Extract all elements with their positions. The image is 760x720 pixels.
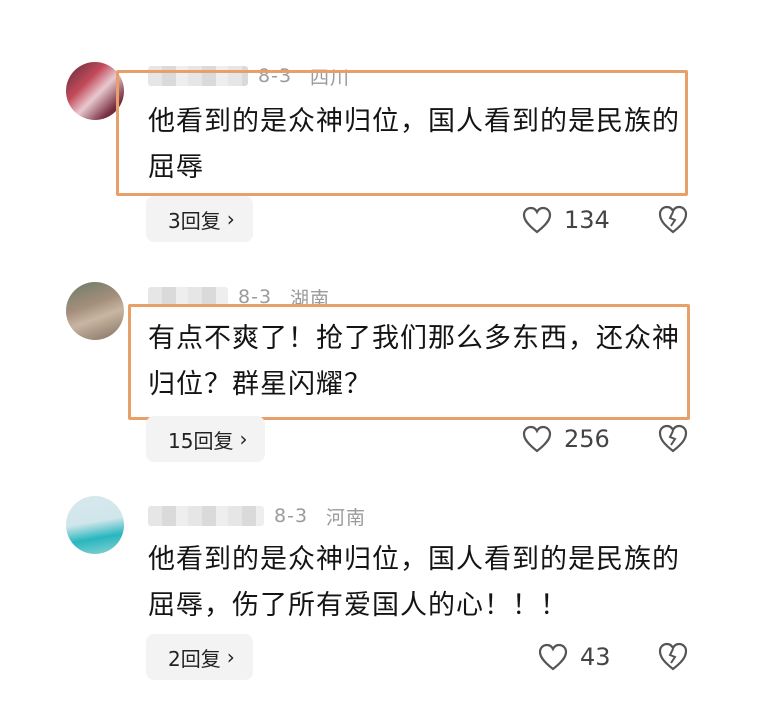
avatar[interactable] [66, 496, 124, 554]
heart-outline-icon [522, 425, 552, 453]
comment-text: 他看到的是众神归位，国人看到的是民族的屈辱，伤了所有爱国人的心！！！ [148, 544, 680, 621]
comment-meta: 8-3 湖南 [148, 283, 348, 311]
comment-location: 湖南 [290, 287, 331, 310]
like-count: 43 [580, 643, 611, 671]
chevron-right-icon: › [226, 645, 235, 669]
username-blurred[interactable] [148, 506, 264, 526]
comment-text: 有点不爽了！抢了我们那么多东西，还众神归位？群星闪耀？ [148, 323, 680, 400]
like-button[interactable]: 256 [522, 419, 610, 459]
username-blurred[interactable] [148, 66, 248, 86]
avatar[interactable] [66, 62, 124, 120]
replies-label: 3回复 [168, 208, 221, 233]
replies-button[interactable]: 15回复 › [146, 416, 266, 462]
comment-location: 四川 [310, 66, 351, 89]
comment-meta: 8-3 四川 [148, 62, 368, 90]
heart-outline-icon [522, 206, 552, 234]
heart-outline-icon [538, 643, 568, 671]
broken-heart-icon[interactable] [657, 422, 689, 454]
comment-location: 河南 [326, 506, 367, 529]
broken-heart-icon[interactable] [657, 640, 689, 672]
like-button[interactable]: 134 [522, 200, 610, 240]
comment-meta: 8-3 河南 [148, 502, 384, 530]
username-blurred[interactable] [148, 287, 228, 307]
avatar[interactable] [66, 282, 124, 340]
comment-text: 他看到的是众神归位，国人看到的是民族的屈辱 [148, 106, 680, 183]
replies-label: 2回复 [168, 646, 221, 671]
comment-date: 8-3 [258, 65, 293, 87]
chevron-right-icon: › [226, 207, 235, 231]
comment-date: 8-3 [274, 505, 309, 527]
replies-button[interactable]: 2回复 › [146, 634, 253, 680]
chevron-right-icon: › [239, 427, 248, 451]
like-button[interactable]: 43 [538, 637, 611, 677]
like-count: 256 [564, 425, 610, 453]
replies-label: 15回复 [168, 428, 234, 453]
replies-button[interactable]: 3回复 › [146, 196, 253, 242]
broken-heart-icon[interactable] [657, 203, 689, 235]
comment-date: 8-3 [238, 286, 273, 308]
like-count: 134 [564, 206, 610, 234]
